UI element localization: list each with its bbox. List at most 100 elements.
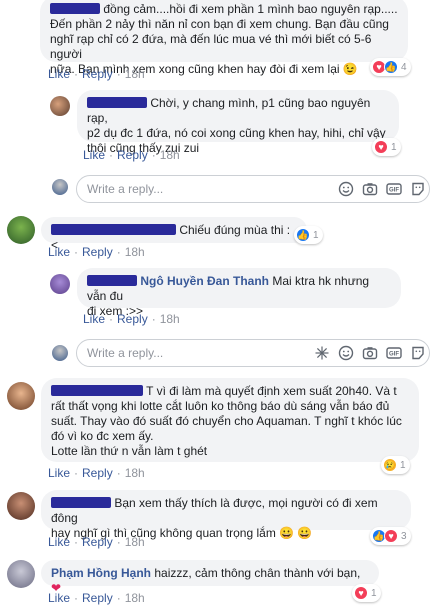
heart-reaction-icon: ♥ [354,586,368,600]
comment-3: Chiếu đúng mùa thi :< 👍 1 Like · Reply · 18h [0,212,431,262]
timestamp[interactable]: 18h [125,591,145,605]
sticker-icon[interactable] [407,342,429,364]
comment-1: đồng cảm....hồi đi xem phần 1 mình bao n… [0,0,431,81]
reaction-count: 1 [391,141,397,153]
comment-bubble: T vì đi làm mà quyết định xem suất 20h40… [41,378,419,462]
reply-link[interactable]: Reply [82,67,113,81]
comment-text: rất thất vọng khi lotte cắt luôn ko thôn… [51,399,390,413]
reaction-summary[interactable]: ♥ 1 [352,584,381,602]
camera-icon[interactable] [359,178,381,200]
sticker-icon[interactable] [311,342,333,364]
camera-icon[interactable] [359,342,381,364]
reaction-count: 4 [401,61,407,73]
comment-actions: Like · Reply · 18h [48,466,145,480]
comment-actions: Like · Reply · 18h [48,535,145,549]
comment-bubble: Chiếu đúng mùa thi :< [41,217,307,252]
timestamp[interactable]: 18h [125,245,145,259]
gif-icon[interactable]: GIF [383,342,405,364]
like-link[interactable]: Like [48,67,70,81]
reaction-count: 1 [400,459,406,471]
commenter-name[interactable]: Phạm Hồng Hạnh [51,566,151,580]
reply-link[interactable]: Reply [117,312,148,326]
comment-actions: Like · Reply · 18h [48,591,145,605]
redacted-name [51,385,143,396]
comment-5: T vì đi làm mà quyết định xem suất 20h40… [0,376,431,480]
redacted-name [87,97,147,108]
avatar[interactable] [7,216,35,244]
emoji-icon[interactable] [335,178,357,200]
timestamp[interactable]: 18h [160,312,180,326]
avatar[interactable] [7,382,35,410]
redacted-name [87,275,137,286]
reply-input[interactable] [87,182,333,196]
commenter-name[interactable]: Ngô Huyền Đan Thanh [140,274,269,288]
avatar[interactable] [50,274,70,294]
reaction-summary[interactable]: 👍 ♥ 3 [370,527,411,545]
reaction-count: 3 [401,530,407,542]
avatar[interactable] [7,492,35,520]
timestamp[interactable]: 18h [125,466,145,480]
comment-2: Chời, y chang mình, p1 cũng bao nguyên r… [0,88,431,168]
comment-bubble: Phạm Hồng Hạnh haizzz, cảm thông chân th… [41,560,379,595]
reaction-summary[interactable]: 👍 1 [294,226,323,244]
comment-6: Bạn xem thấy thích là được, mọi người có… [0,488,431,552]
avatar[interactable] [7,560,35,588]
sad-reaction-icon: 😢 [383,458,397,472]
reaction-summary[interactable]: ♥ 1 [372,138,401,156]
comment-bubble: Bạn xem thấy thích là được, mọi người có… [41,490,411,540]
like-link[interactable]: Like [48,466,70,480]
comment-text: nghĩ rạp chỉ có 2 đứa, mà đến lúc mua vé… [50,32,372,61]
redacted-name [51,497,111,508]
reaction-summary[interactable]: ♥ 👍 4 [370,58,411,76]
gif-icon[interactable]: GIF [383,178,405,200]
comment-7: Phạm Hồng Hạnh haizzz, cảm thông chân th… [0,558,431,610]
comment-text: Lotte lần thứ n vẫn làm t ghét [51,444,208,458]
reply-input[interactable] [87,346,309,360]
comment-bubble: đồng cảm....hồi đi xem phần 1 mình bao n… [40,0,408,76]
redacted-name [50,3,100,14]
timestamp[interactable]: 18h [125,67,145,81]
comment-text: suất. Thay vào đó suất đó chuyển cho Aqu… [51,414,402,428]
like-link[interactable]: Like [48,245,70,259]
current-user-avatar [52,179,68,195]
reply-box[interactable]: GIF [76,175,430,203]
comment-text: đồng cảm....hồi đi xem phần 1 mình bao n… [103,2,398,16]
comment-text: Đến phần 2 nảy thì năn nỉ con bạn đi xem… [50,17,389,31]
comment-text: haizzz, cảm thông chân thành với bạn, [154,566,361,580]
like-link[interactable]: Like [48,591,70,605]
reply-link[interactable]: Reply [82,591,113,605]
like-reaction-icon: 👍 [384,60,398,74]
svg-text:GIF: GIF [389,188,399,194]
emoji-icon[interactable] [335,342,357,364]
timestamp[interactable]: 18h [160,148,180,162]
comment-text: đó vì ko đc xem ấy. [51,429,154,443]
comment-bubble: Chời, y chang mình, p1 cũng bao nguyên r… [77,90,399,155]
reply-box[interactable]: GIF [76,339,430,367]
comment-text: T vì đi làm mà quyết định xem suất 20h40… [146,384,397,398]
reply-link[interactable]: Reply [82,466,113,480]
comment-actions: Like · Reply · 18h [83,312,180,326]
like-link[interactable]: Like [48,535,70,549]
heart-reaction-icon: ♥ [374,140,388,154]
reaction-count: 1 [371,587,377,599]
reply-link[interactable]: Reply [117,148,148,162]
comment-actions: Like · Reply · 18h [83,148,180,162]
like-reaction-icon: 👍 [296,228,310,242]
current-user-avatar [52,345,68,361]
comment-4: Ngô Huyền Đan Thanh Mai ktra hk nhưng vẫ… [0,266,431,330]
reply-link[interactable]: Reply [82,245,113,259]
svg-text:GIF: GIF [389,352,399,358]
reply-link[interactable]: Reply [82,535,113,549]
avatar[interactable] [50,96,70,116]
reaction-summary[interactable]: 😢 1 [381,456,410,474]
heart-reaction-icon: ♥ [384,529,398,543]
reaction-count: 1 [313,229,319,241]
like-link[interactable]: Like [83,148,105,162]
timestamp[interactable]: 18h [125,535,145,549]
like-link[interactable]: Like [83,312,105,326]
comment-actions: Like · Reply · 18h [48,67,145,81]
sticker-icon[interactable] [407,178,429,200]
comment-actions: Like · Reply · 18h [48,245,145,259]
comment-text: p2 dụ đc 1 đứa, nó coi xong cũng khen ha… [87,126,386,140]
comment-bubble: Ngô Huyền Đan Thanh Mai ktra hk nhưng vẫ… [77,268,401,318]
